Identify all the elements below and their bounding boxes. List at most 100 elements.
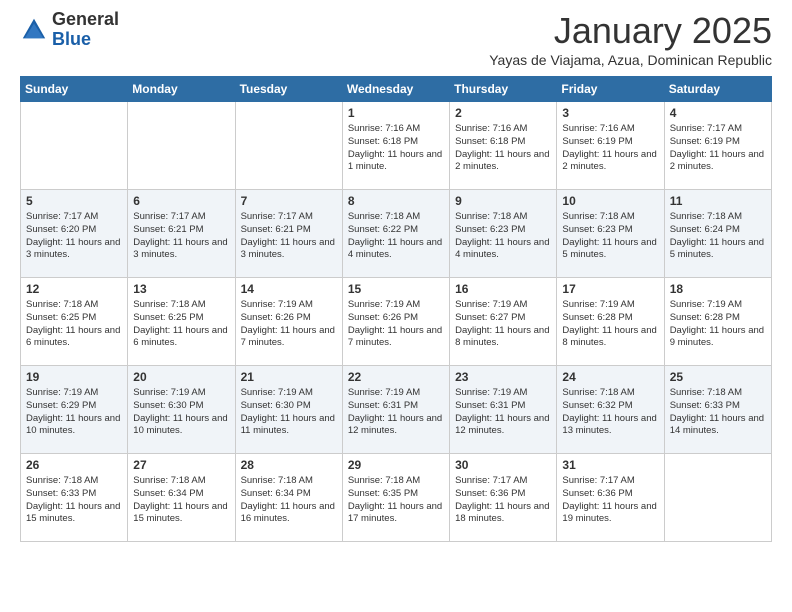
header-sunday: Sunday <box>21 77 128 102</box>
header-thursday: Thursday <box>450 77 557 102</box>
calendar-header-row: SundayMondayTuesdayWednesdayThursdayFrid… <box>21 77 772 102</box>
calendar-cell: 23 Sunrise: 7:19 AM Sunset: 6:31 PM Dayli… <box>450 366 557 454</box>
day-number: 1 <box>348 106 444 120</box>
cell-content: Sunrise: 7:19 AM Sunset: 6:28 PM Dayligh… <box>562 299 658 350</box>
day-number: 18 <box>670 282 766 296</box>
day-number: 19 <box>26 370 122 384</box>
day-number: 31 <box>562 458 658 472</box>
day-number: 30 <box>455 458 551 472</box>
day-number: 12 <box>26 282 122 296</box>
calendar-cell: 9 Sunrise: 7:18 AM Sunset: 6:23 PM Daylig… <box>450 190 557 278</box>
calendar-table: SundayMondayTuesdayWednesdayThursdayFrid… <box>20 76 772 542</box>
day-number: 7 <box>241 194 337 208</box>
calendar-body: 1 Sunrise: 7:16 AM Sunset: 6:18 PM Daylig… <box>21 102 772 542</box>
location-subtitle: Yayas de Viajama, Azua, Dominican Republ… <box>489 52 772 68</box>
day-number: 4 <box>670 106 766 120</box>
day-number: 17 <box>562 282 658 296</box>
day-number: 26 <box>26 458 122 472</box>
cell-content: Sunrise: 7:19 AM Sunset: 6:31 PM Dayligh… <box>348 387 444 438</box>
calendar-week-1: 1 Sunrise: 7:16 AM Sunset: 6:18 PM Daylig… <box>21 102 772 190</box>
calendar-cell: 12 Sunrise: 7:18 AM Sunset: 6:25 PM Dayli… <box>21 278 128 366</box>
cell-content: Sunrise: 7:19 AM Sunset: 6:30 PM Dayligh… <box>133 387 229 438</box>
calendar-cell: 28 Sunrise: 7:18 AM Sunset: 6:34 PM Dayli… <box>235 454 342 542</box>
calendar-cell: 13Sunrise: 7:18 AM Sunset: 6:25 PM Dayli… <box>128 278 235 366</box>
cell-content: Sunrise: 7:17 AM Sunset: 6:21 PM Dayligh… <box>241 211 337 262</box>
cell-content: Sunrise: 7:19 AM Sunset: 6:31 PM Dayligh… <box>455 387 551 438</box>
calendar-cell: 14 Sunrise: 7:19 AM Sunset: 6:26 PM Dayli… <box>235 278 342 366</box>
day-number: 22 <box>348 370 444 384</box>
cell-content: Sunrise: 7:18 AM Sunset: 6:22 PM Dayligh… <box>348 211 444 262</box>
calendar-week-5: 26Sunrise: 7:18 AM Sunset: 6:33 PM Dayli… <box>21 454 772 542</box>
cell-content: Sunrise: 7:19 AM Sunset: 6:29 PM Dayligh… <box>26 387 122 438</box>
calendar-cell <box>128 102 235 190</box>
day-number: 20 <box>133 370 229 384</box>
header-monday: Monday <box>128 77 235 102</box>
calendar-cell <box>664 454 771 542</box>
day-number: 27 <box>133 458 229 472</box>
day-number: 3 <box>562 106 658 120</box>
header-wednesday: Wednesday <box>342 77 449 102</box>
calendar-cell: 17 Sunrise: 7:19 AM Sunset: 6:28 PM Dayli… <box>557 278 664 366</box>
day-number: 14 <box>241 282 337 296</box>
cell-content: Sunrise: 7:18 AM Sunset: 6:25 PM Dayligh… <box>26 299 122 350</box>
cell-content: Sunrise: 7:19 AM Sunset: 6:27 PM Dayligh… <box>455 299 551 350</box>
calendar-cell: 31 Sunrise: 7:17 AM Sunset: 6:36 PM Dayli… <box>557 454 664 542</box>
cell-content: Sunrise: 7:17 AM Sunset: 6:36 PM Dayligh… <box>455 475 551 526</box>
calendar-cell: 27 Sunrise: 7:18 AM Sunset: 6:34 PM Dayli… <box>128 454 235 542</box>
calendar-cell: 21Sunrise: 7:19 AM Sunset: 6:30 PM Dayli… <box>235 366 342 454</box>
calendar-cell: 18 Sunrise: 7:19 AM Sunset: 6:28 PM Dayli… <box>664 278 771 366</box>
calendar-cell: 10Sunrise: 7:18 AM Sunset: 6:23 PM Dayli… <box>557 190 664 278</box>
calendar-week-3: 12 Sunrise: 7:18 AM Sunset: 6:25 PM Dayli… <box>21 278 772 366</box>
cell-content: Sunrise: 7:17 AM Sunset: 6:20 PM Dayligh… <box>26 211 122 262</box>
header-friday: Friday <box>557 77 664 102</box>
cell-content: Sunrise: 7:16 AM Sunset: 6:19 PM Dayligh… <box>562 123 658 174</box>
calendar-cell: 25Sunrise: 7:18 AM Sunset: 6:33 PM Dayli… <box>664 366 771 454</box>
calendar-cell: 6Sunrise: 7:17 AM Sunset: 6:21 PM Daylig… <box>128 190 235 278</box>
day-number: 9 <box>455 194 551 208</box>
cell-content: Sunrise: 7:18 AM Sunset: 6:34 PM Dayligh… <box>241 475 337 526</box>
cell-content: Sunrise: 7:18 AM Sunset: 6:23 PM Dayligh… <box>455 211 551 262</box>
cell-content: Sunrise: 7:16 AM Sunset: 6:18 PM Dayligh… <box>348 123 444 174</box>
day-number: 23 <box>455 370 551 384</box>
logo: General Blue <box>20 10 119 50</box>
calendar-cell: 1 Sunrise: 7:16 AM Sunset: 6:18 PM Daylig… <box>342 102 449 190</box>
cell-content: Sunrise: 7:16 AM Sunset: 6:18 PM Dayligh… <box>455 123 551 174</box>
day-number: 11 <box>670 194 766 208</box>
calendar-cell: 2Sunrise: 7:16 AM Sunset: 6:18 PM Daylig… <box>450 102 557 190</box>
cell-content: Sunrise: 7:18 AM Sunset: 6:33 PM Dayligh… <box>670 387 766 438</box>
day-number: 8 <box>348 194 444 208</box>
calendar-cell <box>21 102 128 190</box>
day-number: 16 <box>455 282 551 296</box>
header-saturday: Saturday <box>664 77 771 102</box>
cell-content: Sunrise: 7:19 AM Sunset: 6:26 PM Dayligh… <box>241 299 337 350</box>
day-number: 15 <box>348 282 444 296</box>
day-number: 24 <box>562 370 658 384</box>
calendar-cell: 16 Sunrise: 7:19 AM Sunset: 6:27 PM Dayli… <box>450 278 557 366</box>
month-title: January 2025 <box>489 10 772 52</box>
calendar-cell: 4 Sunrise: 7:17 AM Sunset: 6:19 PM Daylig… <box>664 102 771 190</box>
page-header: General Blue January 2025 Yayas de Viaja… <box>20 10 772 68</box>
cell-content: Sunrise: 7:18 AM Sunset: 6:24 PM Dayligh… <box>670 211 766 262</box>
cell-content: Sunrise: 7:19 AM Sunset: 6:28 PM Dayligh… <box>670 299 766 350</box>
calendar-week-2: 5Sunrise: 7:17 AM Sunset: 6:20 PM Daylig… <box>21 190 772 278</box>
cell-content: Sunrise: 7:18 AM Sunset: 6:32 PM Dayligh… <box>562 387 658 438</box>
logo-icon <box>20 16 48 44</box>
calendar-cell: 5Sunrise: 7:17 AM Sunset: 6:20 PM Daylig… <box>21 190 128 278</box>
day-number: 6 <box>133 194 229 208</box>
calendar-week-4: 19 Sunrise: 7:19 AM Sunset: 6:29 PM Dayli… <box>21 366 772 454</box>
calendar-cell: 11 Sunrise: 7:18 AM Sunset: 6:24 PM Dayli… <box>664 190 771 278</box>
cell-content: Sunrise: 7:19 AM Sunset: 6:26 PM Dayligh… <box>348 299 444 350</box>
title-block: January 2025 Yayas de Viajama, Azua, Dom… <box>489 10 772 68</box>
day-number: 21 <box>241 370 337 384</box>
logo-text: General Blue <box>52 10 119 50</box>
calendar-cell: 29Sunrise: 7:18 AM Sunset: 6:35 PM Dayli… <box>342 454 449 542</box>
cell-content: Sunrise: 7:17 AM Sunset: 6:19 PM Dayligh… <box>670 123 766 174</box>
calendar-cell: 20 Sunrise: 7:19 AM Sunset: 6:30 PM Dayli… <box>128 366 235 454</box>
header-tuesday: Tuesday <box>235 77 342 102</box>
calendar-cell: 22 Sunrise: 7:19 AM Sunset: 6:31 PM Dayli… <box>342 366 449 454</box>
day-number: 28 <box>241 458 337 472</box>
cell-content: Sunrise: 7:18 AM Sunset: 6:34 PM Dayligh… <box>133 475 229 526</box>
cell-content: Sunrise: 7:17 AM Sunset: 6:36 PM Dayligh… <box>562 475 658 526</box>
calendar-cell: 8 Sunrise: 7:18 AM Sunset: 6:22 PM Daylig… <box>342 190 449 278</box>
calendar-cell: 15 Sunrise: 7:19 AM Sunset: 6:26 PM Dayli… <box>342 278 449 366</box>
